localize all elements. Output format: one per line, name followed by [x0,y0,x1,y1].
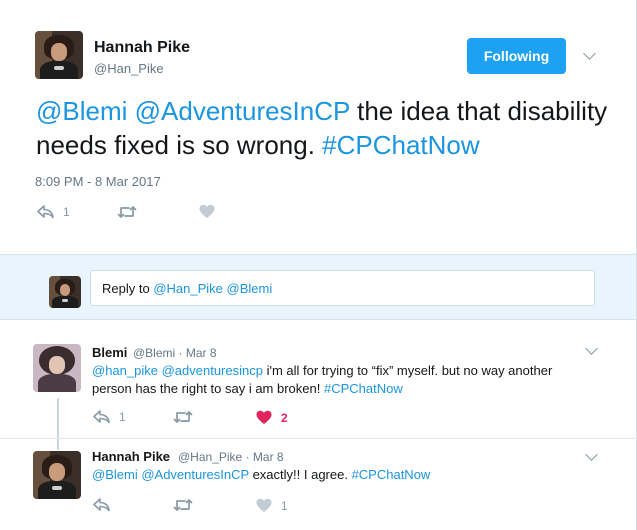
reply-body: person has the right to say i am broken! [92,381,324,396]
reply-icon [93,498,110,512]
mention-link[interactable]: @Blemi [92,467,138,482]
author-name[interactable]: Hannah Pike [94,39,190,57]
reply-author-handle[interactable]: @Han_Pike · Mar 8 [178,450,284,464]
tweet-text: @Blemi @AdventuresInCP the idea that dis… [36,94,616,162]
heart-icon [256,498,272,512]
reply-mention: @Blemi [226,281,273,296]
like-action[interactable]: 2 [256,410,288,425]
like-action[interactable]: 1 [256,498,288,513]
reply-body: i'm all for trying to “fix” myself. but … [262,363,553,378]
avatar-hannah-pike[interactable] [33,451,81,499]
retweet-icon [173,499,193,511]
heart-icon [256,410,272,424]
reply-count: 1 [119,410,126,424]
reply-icon [37,205,54,219]
reply-body: exactly!! I agree. [248,467,352,482]
main-tweet: Hannah Pike @Han_Pike Following @Blemi @… [0,0,637,254]
reply-date[interactable]: · Mar 8 [179,346,217,360]
reply-date[interactable]: · Mar 8 [246,450,284,464]
reply-action[interactable]: 1 [36,205,70,219]
following-button[interactable]: Following [467,38,566,74]
reply-action[interactable] [92,498,111,512]
reply-text: @han_pike @adventuresincp i'm all for tr… [92,362,612,398]
heart-icon [199,204,215,218]
avatar-blemi[interactable] [33,344,81,392]
mention-link[interactable]: @AdventuresInCP [141,467,249,482]
reply-count: 1 [63,205,70,219]
retweet-icon [117,206,137,218]
reply-mention: @Han_Pike [153,281,223,296]
hashtag-link[interactable]: #CPChatNow [324,381,403,396]
chevron-down-icon[interactable] [583,47,596,60]
reply-author-name[interactable]: Hannah Pike [92,449,170,464]
current-user-avatar [49,276,81,308]
reply-text: @Blemi @AdventuresInCP exactly!! I agree… [92,466,612,484]
reply-author-handle[interactable]: @Blemi · Mar 8 [133,346,217,360]
retweet-action[interactable] [117,205,137,219]
hashtag-link[interactable]: #CPChatNow [352,467,431,482]
mention-link[interactable]: @AdventuresInCP [135,96,350,126]
reply-handle[interactable]: @Blemi [133,346,175,360]
reply-divider [0,438,637,439]
mention-link[interactable]: @adventuresincp [162,363,263,378]
hashtag-link[interactable]: #CPChatNow [322,130,480,160]
reply-input[interactable]: Reply to @Han_Pike @Blemi [90,270,595,306]
tweet-timestamp[interactable]: 8:09 PM - 8 Mar 2017 [35,174,161,189]
reply-prefix: Reply to [102,281,154,296]
reply-action[interactable]: 1 [92,410,126,424]
like-count: 2 [281,410,288,425]
mention-link[interactable]: @han_pike [92,363,158,378]
like-action[interactable] [199,204,215,219]
retweet-action[interactable] [173,410,193,424]
retweet-action[interactable] [173,498,193,512]
author-handle[interactable]: @Han_Pike [94,61,164,76]
like-count: 1 [281,498,288,513]
reply-icon [93,410,110,424]
thread-connector [57,398,59,450]
retweet-icon [173,411,193,423]
reply-handle[interactable]: @Han_Pike [178,450,242,464]
reply-author-name[interactable]: Blemi [92,345,127,360]
avatar-hannah-pike[interactable] [35,31,83,79]
mention-link[interactable]: @Blemi [36,96,127,126]
